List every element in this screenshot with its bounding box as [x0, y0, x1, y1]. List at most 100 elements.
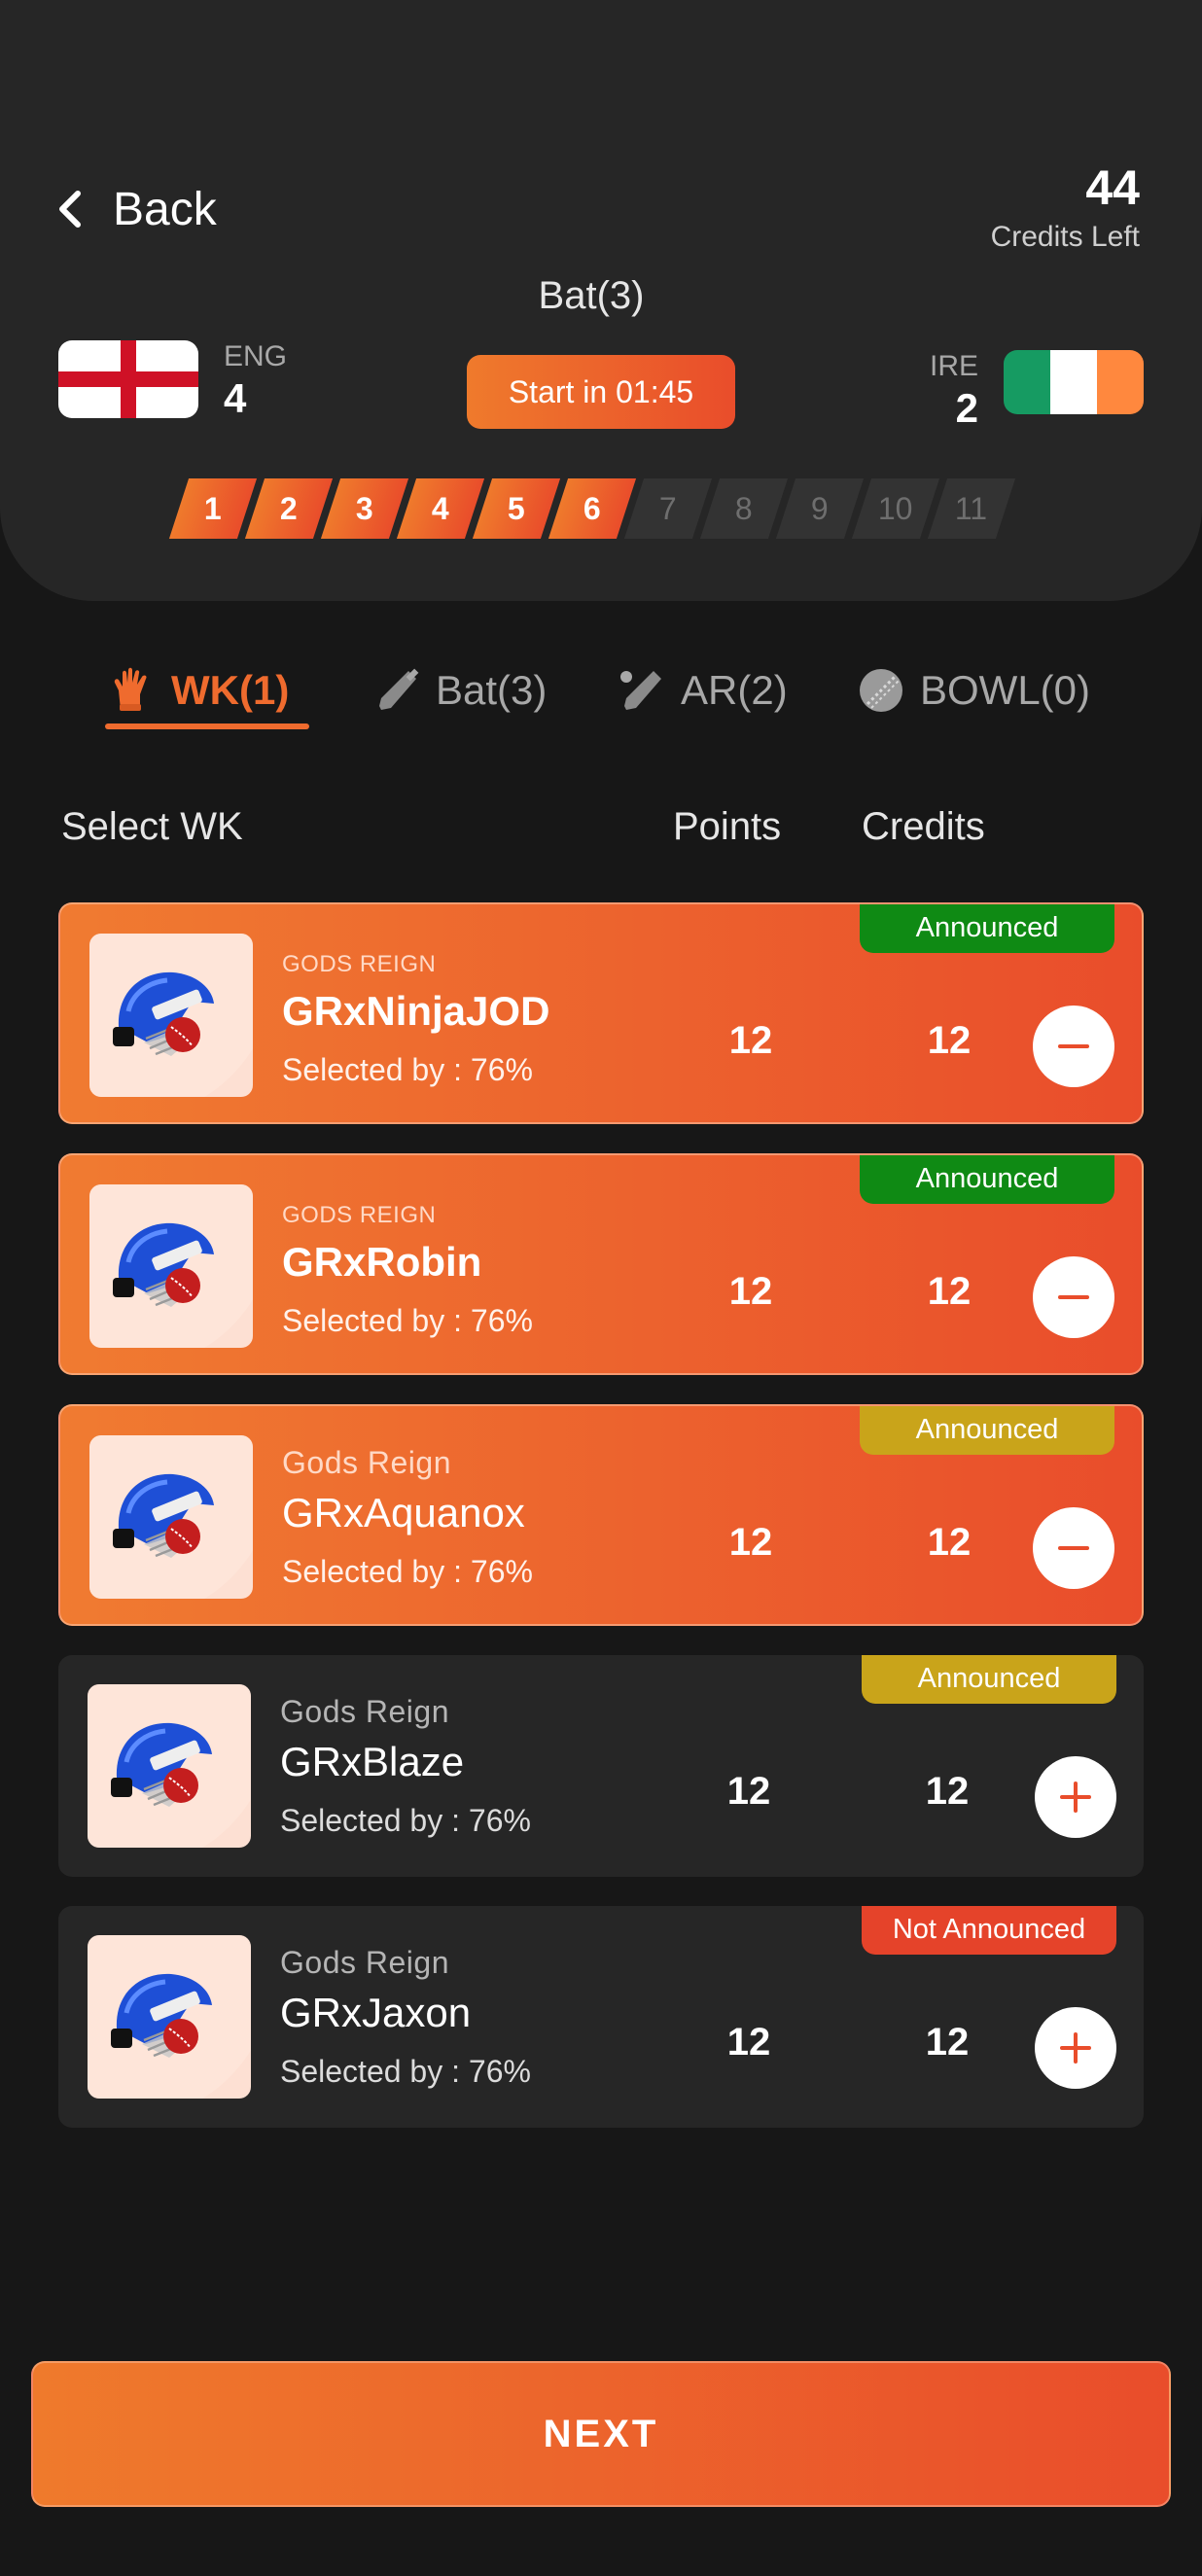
player-card[interactable]: GODS REIGN GRxRobin Selected by : 76% 12… — [58, 1153, 1144, 1375]
tab-wk-label: WK(1) — [171, 667, 290, 713]
add-player-button[interactable] — [1035, 1756, 1116, 1838]
match-header: Back 44 Credits Left Bat(3) ENG 4 Start … — [0, 0, 1202, 601]
tab-ar[interactable]: AR(2) — [617, 652, 788, 729]
tab-ar-label: AR(2) — [681, 667, 788, 713]
player-team: GODS REIGN — [282, 1202, 437, 1228]
player-name: GRxAquanox — [282, 1490, 525, 1535]
tab-bowl-label: BOWL(0) — [920, 667, 1091, 713]
player-selected-by: Selected by : 76% — [282, 1303, 533, 1338]
match-timer: Start in 01:45 — [467, 355, 735, 429]
player-team: GODS REIGN — [282, 951, 437, 977]
player-credits: 12 — [927, 1270, 972, 1313]
plus-icon — [1060, 1782, 1091, 1813]
ireland-flag-icon — [1004, 350, 1144, 414]
progress-step: 9 — [775, 478, 865, 539]
role-tabs: WK(1) Bat(3) AR(2) BOWL(0) — [97, 652, 1128, 739]
team-right-code: IRE — [929, 350, 978, 382]
select-heading: Select WK — [61, 805, 243, 848]
credits-left: 44 Credits Left — [991, 160, 1140, 254]
progress-step-number: 10 — [878, 490, 913, 526]
team-right-score: 2 — [955, 385, 978, 431]
current-selection-count: Bat(3) — [538, 274, 645, 317]
player-card[interactable]: Gods Reign GRxAquanox Selected by : 76% … — [58, 1404, 1144, 1626]
bat-icon — [379, 668, 419, 710]
player-points: 12 — [728, 1019, 773, 1062]
team-left-score: 4 — [224, 375, 247, 421]
player-team: Gods Reign — [282, 1445, 451, 1480]
progress-step: 8 — [699, 478, 789, 539]
player-team: Gods Reign — [280, 1945, 449, 1980]
chevron-left-icon — [59, 191, 81, 228]
tab-bat-label: Bat(3) — [436, 667, 548, 713]
player-points: 12 — [728, 1521, 773, 1564]
next-button[interactable]: NEXT — [31, 2361, 1171, 2507]
progress-step: 5 — [472, 478, 561, 539]
status-badge: Announced — [862, 1655, 1116, 1704]
helmet-ball-icon — [89, 1184, 253, 1348]
player-credits: 12 — [925, 1770, 970, 1813]
player-avatar — [88, 1935, 251, 2099]
progress-step: 3 — [320, 478, 409, 539]
back-button[interactable]: Back — [56, 180, 217, 238]
credits-heading: Credits — [862, 805, 985, 848]
tab-bat[interactable]: Bat(3) — [371, 652, 547, 729]
player-selected-by: Selected by : 76% — [280, 1803, 531, 1838]
remove-player-button[interactable] — [1033, 1256, 1114, 1338]
player-points: 12 — [726, 1770, 771, 1813]
status-badge: Announced — [860, 904, 1114, 953]
progress-step-number: 1 — [204, 490, 222, 526]
player-name: GRxRobin — [282, 1239, 482, 1285]
player-name: GRxNinjaJOD — [282, 988, 550, 1034]
player-name: GRxBlaze — [280, 1739, 465, 1784]
progress-step-number: 3 — [356, 490, 373, 526]
minus-icon — [1058, 1546, 1089, 1550]
progress-step-number: 8 — [735, 490, 753, 526]
progress-step-number: 4 — [432, 490, 449, 526]
remove-player-button[interactable] — [1033, 1507, 1114, 1589]
player-card[interactable]: Gods Reign GRxBlaze Selected by : 76% 12… — [58, 1655, 1144, 1877]
active-tab-indicator — [105, 723, 309, 729]
progress-step: 7 — [623, 478, 713, 539]
remove-player-button[interactable] — [1033, 1006, 1114, 1087]
progress-step: 10 — [851, 478, 940, 539]
helmet-ball-icon — [89, 1435, 253, 1599]
player-credits: 12 — [927, 1521, 972, 1564]
credits-label: Credits Left — [990, 221, 1140, 253]
team-left-code: ENG — [224, 340, 288, 372]
player-points: 12 — [726, 2021, 771, 2064]
helmet-ball-icon — [88, 1684, 251, 1848]
progress-step: 11 — [927, 478, 1016, 539]
player-name: GRxJaxon — [280, 1990, 472, 2035]
progress-step-number: 11 — [955, 490, 988, 526]
player-credits: 12 — [925, 2021, 970, 2064]
progress-step: 6 — [548, 478, 637, 539]
player-card[interactable]: GODS REIGN GRxNinjaJOD Selected by : 76%… — [58, 902, 1144, 1124]
tab-bowl[interactable]: BOWL(0) — [856, 652, 1090, 729]
progress-step: 2 — [244, 478, 334, 539]
progress-step: 1 — [168, 478, 258, 539]
progress-step-number: 2 — [280, 490, 298, 526]
team-right: IRE 2 — [930, 350, 978, 432]
player-selected-by: Selected by : 76% — [282, 1052, 533, 1087]
progress-step-number: 7 — [659, 490, 677, 526]
player-list: GODS REIGN GRxNinjaJOD Selected by : 76%… — [58, 902, 1144, 2157]
credits-value: 44 — [1085, 160, 1140, 215]
progress-step: 4 — [396, 478, 485, 539]
status-badge: Not Announced — [862, 1906, 1116, 1955]
status-badge: Announced — [860, 1155, 1114, 1204]
allrounder-icon — [620, 671, 661, 710]
player-avatar — [88, 1684, 251, 1848]
back-label: Back — [113, 183, 217, 235]
progress-step-number: 6 — [583, 490, 601, 526]
player-card[interactable]: Gods Reign GRxJaxon Selected by : 76% 12… — [58, 1906, 1144, 2128]
player-avatar — [89, 934, 253, 1097]
player-avatar — [89, 1435, 253, 1599]
player-selected-by: Selected by : 76% — [280, 2054, 531, 2089]
minus-icon — [1058, 1044, 1089, 1048]
player-selected-by: Selected by : 76% — [282, 1554, 533, 1589]
add-player-button[interactable] — [1035, 2007, 1116, 2089]
player-points: 12 — [728, 1270, 773, 1313]
wicketkeeper-glove-icon — [114, 667, 147, 711]
tab-wk[interactable]: WK(1) — [107, 652, 289, 729]
selection-progress: 1 2 3 4 5 6 7 8 9 10 11 — [168, 478, 1016, 539]
